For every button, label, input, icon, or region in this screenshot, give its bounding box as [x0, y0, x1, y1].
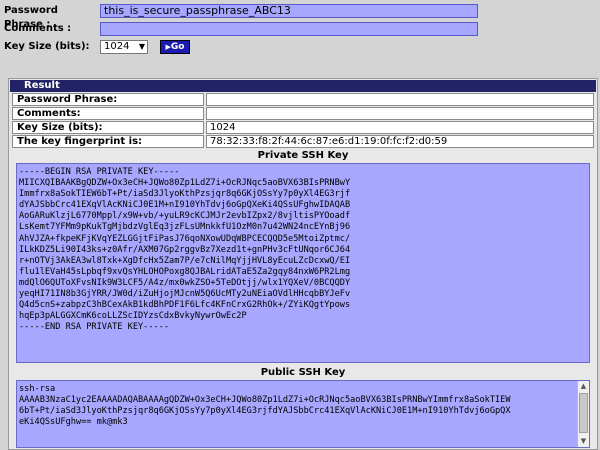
- result-row: Comments:: [12, 107, 594, 120]
- result-header: Result: [10, 80, 596, 92]
- result-label: Password Phrase:: [12, 93, 204, 106]
- chevron-down-icon: ▼: [138, 42, 145, 51]
- result-value: [206, 107, 594, 120]
- keysize-label: Key Size (bits):: [4, 41, 90, 52]
- public-key-title: Public SSH Key: [260, 367, 346, 378]
- result-label: Comments:: [12, 107, 204, 120]
- result-value: 78:32:33:f8:2f:44:6c:87:e6:d1:19:0f:fc:f…: [206, 135, 594, 148]
- result-value: 1024: [206, 121, 594, 134]
- generator-form: Password Phrase : this_is_secure_passphr…: [0, 0, 600, 75]
- result-label: The key fingerprint is:: [12, 135, 204, 148]
- go-label: Go: [170, 42, 185, 52]
- public-key-scrollbar[interactable]: ▲ ▼: [577, 381, 589, 447]
- passphrase-row: Password Phrase : this_is_secure_passphr…: [4, 4, 594, 30]
- result-row: Password Phrase:: [12, 93, 594, 106]
- passphrase-label: Password Phrase :: [4, 5, 58, 30]
- scroll-thumb[interactable]: [579, 393, 588, 433]
- comments-input[interactable]: [100, 22, 478, 36]
- private-key-textarea[interactable]: -----BEGIN RSA PRIVATE KEY----- MIICXQIB…: [16, 163, 590, 363]
- keysize-selected: 1024: [104, 41, 130, 52]
- result-row: The key fingerprint is: 78:32:33:f8:2f:4…: [12, 135, 594, 148]
- keysize-select[interactable]: 1024 ▼: [100, 40, 148, 54]
- passphrase-input[interactable]: this_is_secure_passphrase_ABC13: [100, 4, 478, 18]
- private-key-title: Private SSH Key: [257, 150, 349, 161]
- go-button[interactable]: ▶Go: [160, 40, 190, 54]
- keysize-row: Key Size (bits): 1024 ▼ ▶Go: [4, 40, 594, 56]
- result-row: Key Size (bits): 1024: [12, 121, 594, 134]
- comments-label: Comments :: [4, 23, 72, 34]
- scroll-up-icon[interactable]: ▲: [578, 381, 589, 392]
- result-label: Key Size (bits):: [12, 121, 204, 134]
- public-key-textarea[interactable]: ssh-rsa AAAAB3NzaC1yc2EAAAADAQABAAAAgQDZ…: [16, 380, 590, 448]
- comments-row: Comments :: [4, 22, 594, 38]
- result-value: [206, 93, 594, 106]
- scroll-down-icon[interactable]: ▼: [578, 436, 589, 447]
